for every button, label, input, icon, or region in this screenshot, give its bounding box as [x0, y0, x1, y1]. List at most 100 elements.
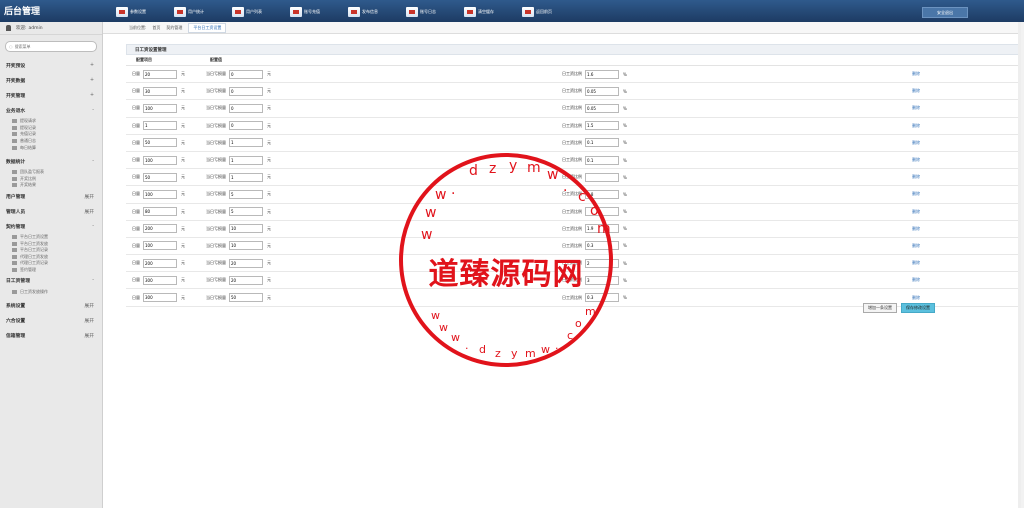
amount-input[interactable]: [143, 172, 177, 182]
expand-toggle[interactable]: 展开: [84, 317, 94, 324]
delete-link[interactable]: 删除: [912, 71, 920, 77]
sidebar-item[interactable]: 代理日工资记录: [0, 260, 102, 267]
amount-input[interactable]: [143, 207, 177, 217]
ratio-input[interactable]: [585, 69, 619, 79]
collapse-toggle[interactable]: -: [92, 278, 94, 283]
loss-input[interactable]: [229, 241, 263, 251]
expand-toggle[interactable]: 展开: [84, 208, 94, 215]
sidebar-item[interactable]: 提现请求: [0, 118, 102, 125]
sidebar-item[interactable]: 日工资发放操作: [0, 288, 102, 295]
delete-link[interactable]: 删除: [912, 209, 920, 215]
delete-link[interactable]: 删除: [912, 226, 920, 232]
topnav-item-params[interactable]: 参数设置: [116, 5, 174, 18]
topnav-item-user-list[interactable]: 用户列表: [232, 5, 290, 18]
expand-toggle[interactable]: +: [90, 93, 94, 98]
loss-input[interactable]: [229, 138, 263, 148]
loss-input[interactable]: [229, 86, 263, 96]
expand-toggle[interactable]: +: [90, 78, 94, 83]
topnav-item-clear-cache[interactable]: 清空缓存: [464, 5, 522, 18]
loss-input[interactable]: [229, 258, 263, 268]
ratio-input[interactable]: [585, 138, 619, 148]
loss-input[interactable]: [229, 103, 263, 113]
ratio-input[interactable]: [585, 86, 619, 96]
loss-input[interactable]: [229, 69, 263, 79]
loss-input[interactable]: [229, 224, 263, 234]
tab-current[interactable]: 平台日工资设置: [188, 22, 227, 33]
logout-button[interactable]: 安全退出: [922, 7, 968, 18]
amount-input[interactable]: [143, 224, 177, 234]
amount-input[interactable]: [143, 86, 177, 96]
sidebar-item[interactable]: 平台日工资发放: [0, 240, 102, 247]
search-input[interactable]: [14, 44, 95, 49]
amount-input[interactable]: [143, 138, 177, 148]
sidebar-item[interactable]: 每日结算: [0, 144, 102, 151]
topnav-item-user-stats[interactable]: 用户统计: [174, 5, 232, 18]
sidebar-section-lottery-preset[interactable]: 开奖预设 +: [0, 58, 102, 73]
sidebar-item[interactable]: 开奖比例: [0, 176, 102, 183]
delete-link[interactable]: 删除: [912, 174, 920, 180]
amount-input[interactable]: [143, 293, 177, 303]
sidebar-item[interactable]: 代理日工资发放: [0, 254, 102, 261]
amount-input[interactable]: [143, 121, 177, 131]
amount-input[interactable]: [143, 275, 177, 285]
sidebar-section-business[interactable]: 业务退水 -: [0, 103, 102, 118]
delete-link[interactable]: 删除: [912, 277, 920, 283]
ratio-input[interactable]: [585, 172, 619, 182]
amount-input[interactable]: [143, 258, 177, 268]
expand-toggle[interactable]: 展开: [84, 332, 94, 339]
delete-link[interactable]: 删除: [912, 88, 920, 94]
sidebar-section-lottery-manage[interactable]: 开奖管理 +: [0, 88, 102, 103]
sidebar-section-mailbox[interactable]: 信箱管理 展开: [0, 328, 102, 343]
sidebar-item[interactable]: 普通日志: [0, 138, 102, 145]
amount-input[interactable]: [143, 155, 177, 165]
delete-link[interactable]: 删除: [912, 295, 920, 301]
loss-input[interactable]: [229, 121, 263, 131]
amount-input[interactable]: [143, 241, 177, 251]
breadcrumb-home[interactable]: 首页: [152, 25, 160, 31]
expand-toggle[interactable]: +: [90, 63, 94, 68]
topnav-item-logs[interactable]: 账号日志: [406, 5, 464, 18]
amount-input[interactable]: [143, 189, 177, 199]
sidebar-section-liuhe[interactable]: 六合设置 展开: [0, 313, 102, 328]
collapse-toggle[interactable]: -: [92, 159, 94, 164]
loss-input[interactable]: [229, 293, 263, 303]
collapse-toggle[interactable]: -: [92, 224, 94, 229]
sidebar-section-admins[interactable]: 管理人员 展开: [0, 204, 102, 219]
loss-input[interactable]: [229, 207, 263, 217]
delete-link[interactable]: 删除: [912, 191, 920, 197]
ratio-input[interactable]: [585, 103, 619, 113]
sidebar-item[interactable]: 团队盈亏报表: [0, 169, 102, 176]
sidebar-item[interactable]: 平台日工资记录: [0, 247, 102, 254]
save-settings-button[interactable]: 保存修改设置: [901, 303, 935, 313]
loss-input[interactable]: [229, 155, 263, 165]
sidebar-item[interactable]: 充值记录: [0, 131, 102, 138]
amount-input[interactable]: [143, 69, 177, 79]
scrollbar[interactable]: [1018, 22, 1021, 508]
delete-link[interactable]: 删除: [912, 243, 920, 249]
sidebar-section-stats[interactable]: 数据统计 -: [0, 154, 102, 169]
loss-input[interactable]: [229, 172, 263, 182]
delete-link[interactable]: 删除: [912, 140, 920, 146]
delete-link[interactable]: 删除: [912, 157, 920, 163]
collapse-toggle[interactable]: -: [92, 108, 94, 113]
loss-input[interactable]: [229, 189, 263, 199]
sidebar-section-contract[interactable]: 契约管理 -: [0, 219, 102, 234]
sidebar-item[interactable]: 提现记录: [0, 125, 102, 132]
sidebar-item[interactable]: 平台日工资设置: [0, 234, 102, 241]
sidebar-section-lottery-data[interactable]: 开奖数据 +: [0, 73, 102, 88]
loss-input[interactable]: [229, 275, 263, 285]
ratio-input[interactable]: [585, 155, 619, 165]
expand-toggle[interactable]: 展开: [84, 193, 94, 200]
amount-input[interactable]: [143, 103, 177, 113]
sidebar-item[interactable]: 签约管理: [0, 267, 102, 274]
sidebar-section-users[interactable]: 用户管理 展开: [0, 189, 102, 204]
ratio-input[interactable]: [585, 121, 619, 131]
delete-link[interactable]: 删除: [912, 260, 920, 266]
sidebar-item[interactable]: 开奖结果: [0, 182, 102, 189]
delete-link[interactable]: 删除: [912, 123, 920, 129]
add-setting-button[interactable]: 增加一条设置: [863, 303, 897, 313]
expand-toggle[interactable]: 展开: [84, 302, 94, 309]
topnav-item-publish[interactable]: 发布信息: [348, 5, 406, 18]
sidebar-section-system[interactable]: 系统设置 展开: [0, 298, 102, 313]
topnav-item-recharge[interactable]: 账号充值: [290, 5, 348, 18]
